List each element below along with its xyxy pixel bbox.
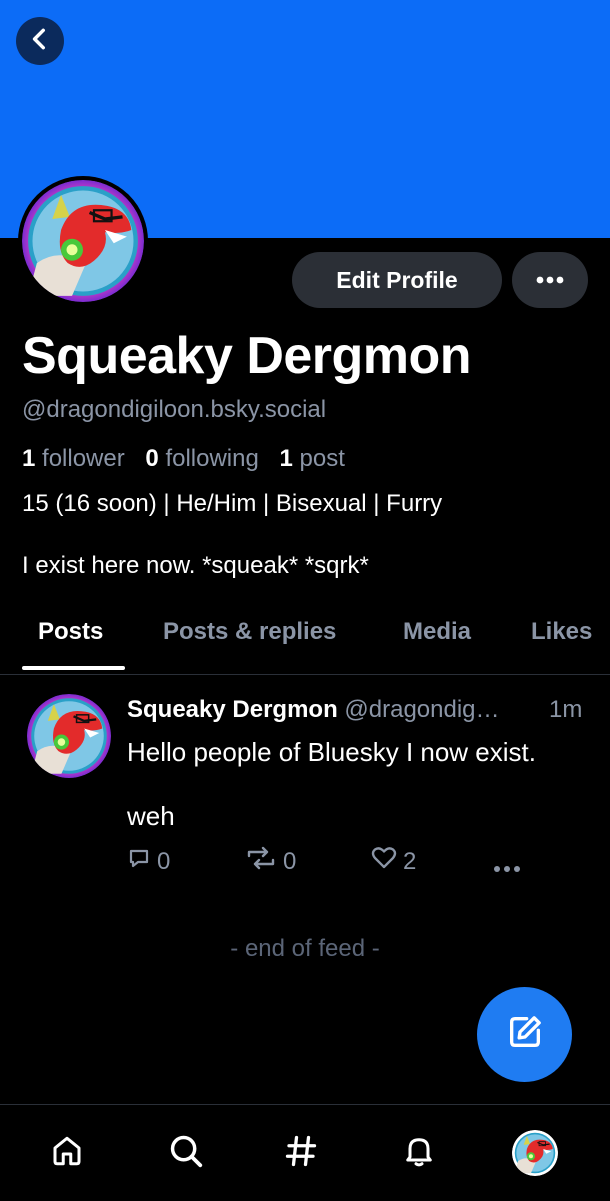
more-horizontal-icon: [493, 852, 521, 880]
following-stat[interactable]: 0 following: [145, 445, 258, 472]
followers-stat[interactable]: 1 follower: [22, 445, 125, 472]
feed-post[interactable]: Squeaky Dergmon @dragondig… 1m Hello peo…: [0, 676, 610, 896]
tab-media[interactable]: Media: [403, 618, 471, 646]
nav-home[interactable]: [37, 1123, 97, 1183]
home-icon: [49, 1133, 85, 1174]
heart-icon: [371, 846, 397, 877]
active-tab-indicator: [22, 666, 125, 670]
repost-button[interactable]: 0: [245, 846, 296, 877]
tab-posts-replies[interactable]: Posts & replies: [163, 618, 336, 646]
repost-count: 0: [283, 847, 297, 875]
edit-profile-label: Edit Profile: [336, 266, 458, 293]
post-actions: 0 0 2: [127, 846, 587, 882]
reply-button[interactable]: 0: [127, 846, 170, 877]
nav-search[interactable]: [156, 1123, 216, 1183]
chevron-left-icon: [27, 26, 53, 57]
posts-stat: 1 post: [279, 445, 345, 472]
post-text: Hello people of Bluesky I now exist. weh: [127, 737, 536, 831]
profile-description: 15 (16 soon) | He/Him | Bisexual | Furry: [22, 490, 443, 517]
more-horizontal-icon: [536, 271, 564, 289]
profile-more-button[interactable]: [512, 252, 588, 308]
nav-feeds[interactable]: [271, 1123, 331, 1183]
tab-posts[interactable]: Posts: [38, 618, 103, 646]
bottom-navigation: [0, 1104, 610, 1201]
compose-button[interactable]: [477, 987, 572, 1082]
profile-stats: 1 follower 0 following 1 post: [22, 445, 359, 473]
like-count: 2: [403, 847, 417, 875]
post-handle[interactable]: @dragondig…: [344, 696, 499, 723]
hashtag-icon: [283, 1133, 319, 1174]
display-name: Squeaky Dergmon: [22, 327, 472, 385]
back-button[interactable]: [16, 17, 64, 65]
repost-icon: [245, 846, 277, 877]
post-author[interactable]: Squeaky Dergmon: [127, 696, 338, 723]
nav-profile[interactable]: [505, 1123, 565, 1183]
reply-icon: [127, 846, 151, 877]
post-header: Squeaky Dergmon @dragondig…: [127, 696, 597, 724]
profile-tabs: Posts Posts & replies Media Likes: [0, 604, 610, 675]
profile-bio: I exist here now. *squeak* *sqrk*: [22, 552, 369, 579]
like-button[interactable]: 2: [371, 846, 416, 877]
profile-avatar-icon: [512, 1130, 558, 1176]
tab-likes[interactable]: Likes: [531, 618, 592, 646]
compose-icon: [505, 1012, 545, 1057]
nav-notifications[interactable]: [389, 1123, 449, 1183]
reply-count: 0: [157, 847, 171, 875]
profile-avatar[interactable]: [18, 176, 148, 306]
profile-handle: @dragondigiloon.bsky.social: [22, 396, 327, 423]
edit-profile-button[interactable]: Edit Profile: [292, 252, 502, 308]
end-of-feed-label: - end of feed -: [230, 935, 380, 962]
post-more-button[interactable]: [493, 852, 521, 880]
post-time: 1m: [549, 696, 583, 723]
search-icon: [167, 1132, 205, 1175]
bell-icon: [401, 1133, 437, 1174]
post-avatar[interactable]: [27, 694, 111, 778]
